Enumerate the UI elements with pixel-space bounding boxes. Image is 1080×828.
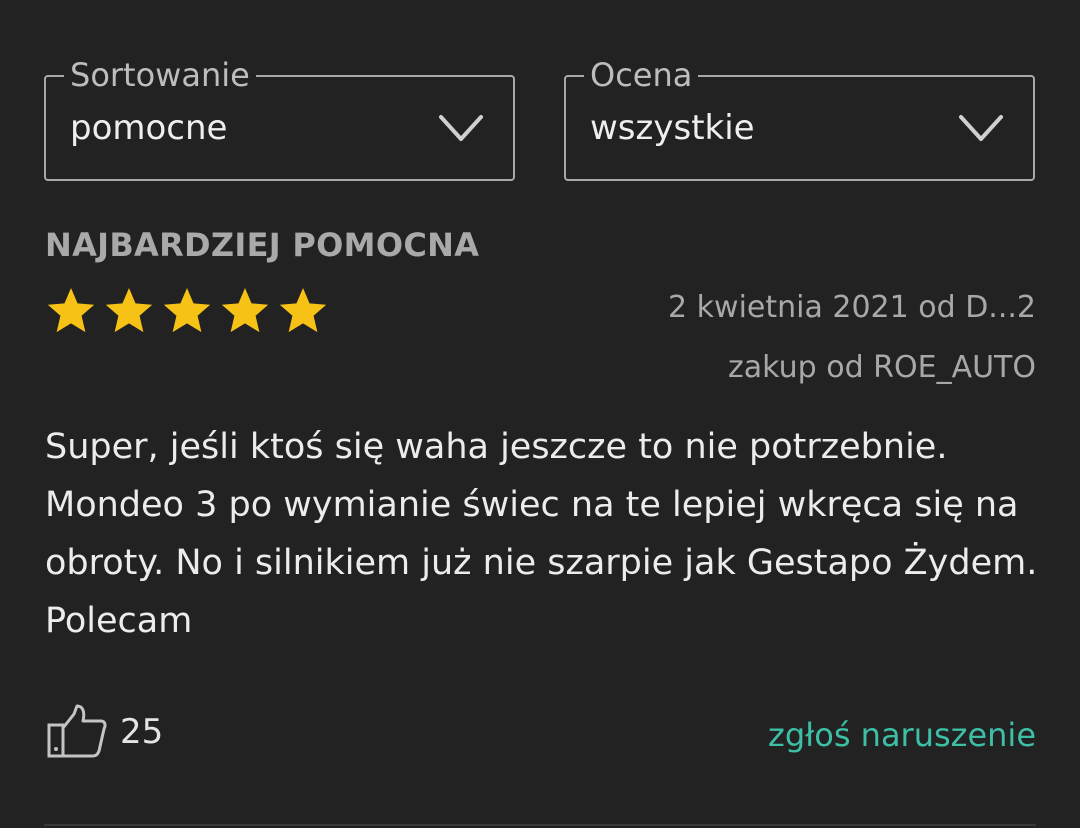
section-title: NAJBARDZIEJ POMOCNA [45,226,480,264]
chevron-down-icon [959,115,1003,141]
star-icon [221,288,269,333]
chevron-down-icon [439,115,483,141]
helpful-count: 25 [120,712,164,752]
star-icon [47,288,95,333]
filters-bar: Sortowanie pomocne Ocena wszystkie [44,57,1037,185]
report-link[interactable]: zgłoś naruszenie [768,716,1036,754]
rating-select[interactable]: Ocena wszystkie [564,57,1035,181]
review-text: Super, jeśli ktoś się waha jeszcze to ni… [45,427,1038,641]
helpful-button[interactable]: 25 [46,702,163,762]
star-icon [279,288,327,333]
review-date-author: 2 kwietnia 2021 od D...2 [668,290,1036,325]
divider [44,824,1036,826]
sort-select[interactable]: Sortowanie pomocne [44,57,515,181]
review-seller: zakup od ROE_AUTO [728,350,1036,385]
star-icon [105,288,153,333]
rating-value: wszystkie [590,108,755,148]
sort-value: pomocne [70,108,228,148]
thumbs-up-icon [47,704,107,758]
sort-label: Sortowanie [64,57,256,93]
star-rating [44,284,330,338]
rating-label: Ocena [584,57,699,93]
star-icon [163,288,211,333]
